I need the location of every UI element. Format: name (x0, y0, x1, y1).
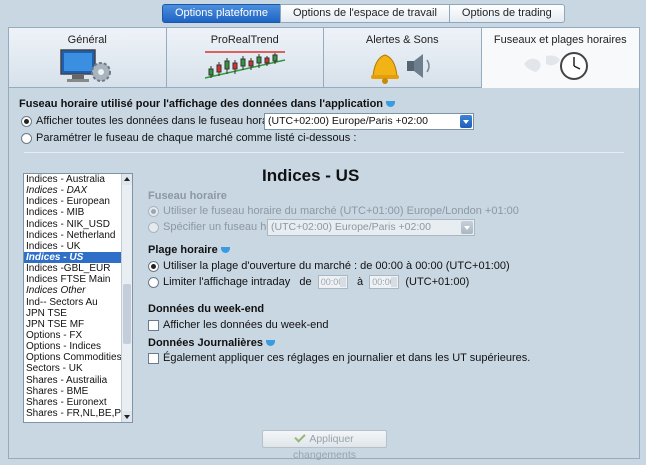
tab-prorealtrend[interactable]: ProRealTrend (166, 28, 324, 88)
list-item[interactable]: Indices Other (24, 285, 132, 296)
list-item[interactable]: Options - Indices (24, 341, 132, 352)
chevron-down-icon[interactable] (461, 221, 473, 234)
fuseau-market-option[interactable]: Utiliser le fuseau horaire du marché (UT… (148, 204, 519, 219)
list-item[interactable]: JPN TSE (24, 308, 132, 319)
list-item[interactable]: Shares - Euronext (24, 397, 132, 408)
scroll-down-icon[interactable] (122, 411, 132, 422)
list-item[interactable]: Indices - European (24, 196, 132, 207)
plage-open-radio[interactable] (148, 260, 159, 272)
daily-checkbox[interactable] (148, 352, 159, 364)
category-tab-bar: Général ProRealTrend Alertes & Sons Fuse… (9, 28, 639, 88)
weekend-section-title: Données du week-end (148, 303, 265, 315)
chevron-down-icon[interactable] (460, 115, 472, 128)
monitor-gear-icon (60, 49, 112, 82)
timezone-each-radio[interactable] (21, 132, 32, 144)
info-icon[interactable] (220, 247, 230, 254)
timezone-title-text: Fuseau horaire utilisé pour l'affichage … (19, 98, 384, 110)
daily-title-text: Données Journalières (148, 337, 263, 349)
list-item[interactable]: Shares - FR,NL,BE,P (24, 408, 132, 419)
daily-option[interactable]: Également appliquer ces réglages en jour… (148, 351, 530, 366)
bell-speaker-icon (371, 54, 430, 84)
plage-limit-label: Limiter l'affichage intraday (163, 276, 291, 288)
daily-label: Également appliquer ces réglages en jour… (163, 352, 531, 364)
timezone-each-label: Paramétrer le fuseau de chaque marché co… (36, 132, 357, 144)
list-item[interactable]: Options Commodities (24, 352, 132, 363)
plage-section-title: Plage horaire (148, 244, 230, 256)
list-item[interactable]: Indices - NIK_USD (24, 219, 132, 230)
list-item[interactable]: Options - FX (24, 330, 132, 341)
tab-alertes-sons-label: Alertes & Sons (365, 34, 439, 46)
info-icon[interactable] (386, 101, 396, 108)
tab-options-espace-travail[interactable]: Options de l'espace de travail (279, 4, 450, 23)
plage-from-input[interactable]: 00:00 (317, 275, 348, 290)
tab-prorealtrend-label: ProRealTrend (210, 34, 279, 46)
timezone-select[interactable]: (UTC+02:00) Europe/Paris +02:00 (264, 113, 474, 130)
plage-to-input[interactable]: 00:00 (369, 275, 400, 290)
list-item[interactable]: Indices FTSE Main (24, 274, 132, 285)
list-scrollbar[interactable] (121, 174, 132, 422)
list-item[interactable]: Shares - Austrailia (24, 375, 132, 386)
tab-fuseaux-plages[interactable]: Fuseaux et plages horaires (481, 28, 639, 88)
tab-fuseaux-plages-label: Fuseaux et plages horaires (493, 34, 627, 46)
tab-general-label: Général (67, 34, 107, 46)
fuseau-specify-value: (UTC+02:00) Europe/Paris +02:00 (271, 221, 431, 233)
scroll-up-icon[interactable] (122, 174, 132, 185)
weekend-option[interactable]: Afficher les données du week-end (148, 318, 329, 333)
daily-section-title: Données Journalières (148, 337, 275, 349)
fuseau-market-label: Utiliser le fuseau horaire du marché (UT… (163, 205, 519, 217)
info-icon[interactable] (265, 340, 275, 347)
list-item[interactable]: Indices - MIB (24, 207, 132, 218)
timezone-each-option[interactable]: Paramétrer le fuseau de chaque marché co… (21, 131, 356, 146)
list-item[interactable]: Shares - BME (24, 386, 132, 397)
list-item[interactable]: Indices - US (24, 251, 132, 264)
fuseau-market-radio[interactable] (148, 205, 159, 217)
world-clock-icon (524, 52, 589, 80)
timezone-all-radio[interactable] (21, 115, 32, 127)
scroll-thumb[interactable] (123, 284, 131, 344)
plage-open-option[interactable]: Utiliser la plage d'ouverture du marché … (148, 259, 510, 274)
fuseau-specify-radio[interactable] (148, 221, 159, 233)
list-item[interactable]: Indices - Netherland (24, 230, 132, 241)
timezone-section-title: Fuseau horaire utilisé pour l'affichage … (19, 98, 396, 110)
market-title: Indices - US (262, 166, 360, 185)
section-divider (24, 152, 624, 153)
options-panel: Général ProRealTrend Alertes & Sons Fuse… (8, 27, 640, 461)
plage-a-label: à (356, 276, 364, 288)
plage-tz-label: (UTC+01:00) (405, 276, 470, 288)
weekend-checkbox[interactable] (148, 319, 159, 331)
top-tab-bar: Options plateforme Options de l'espace d… (162, 4, 565, 23)
list-item[interactable]: Indices - Australia (24, 174, 132, 185)
list-item[interactable]: Indices - UK (24, 241, 132, 252)
plage-de-label: de (299, 276, 312, 288)
market-list[interactable]: Indices - Australia Indices - DAX Indices … (23, 173, 133, 423)
list-item[interactable]: Ind-- Sectors Au (24, 297, 132, 308)
tab-options-plateforme[interactable]: Options plateforme (162, 4, 281, 23)
trend-chart-icon (204, 51, 285, 79)
fuseau-specify-select[interactable]: (UTC+02:00) Europe/Paris +02:00 (267, 219, 475, 236)
tab-general[interactable]: Général (9, 28, 167, 88)
list-item[interactable]: Sectors - UK (24, 363, 132, 374)
list-item[interactable]: Indices - DAX (24, 185, 132, 196)
timezone-select-value: (UTC+02:00) Europe/Paris +02:00 (268, 115, 428, 127)
tab-options-trading[interactable]: Options de trading (448, 4, 565, 23)
checkmark-icon (294, 431, 306, 443)
weekend-label: Afficher les données du week-end (163, 319, 329, 331)
list-item[interactable]: JPN TSE MF (24, 319, 132, 330)
list-item[interactable]: Indices -GBL_EUR (24, 263, 132, 274)
plage-title-text: Plage horaire (148, 244, 218, 256)
apply-changes-button[interactable]: Appliquer changements (262, 430, 387, 461)
fuseau-section-title: Fuseau horaire (148, 190, 227, 202)
plage-limit-option[interactable]: Limiter l'affichage intraday de 00:00 à … (148, 275, 469, 290)
tab-alertes-sons[interactable]: Alertes & Sons (324, 28, 482, 88)
plage-open-label: Utiliser la plage d'ouverture du marché … (163, 260, 510, 272)
plage-limit-radio[interactable] (148, 276, 159, 288)
